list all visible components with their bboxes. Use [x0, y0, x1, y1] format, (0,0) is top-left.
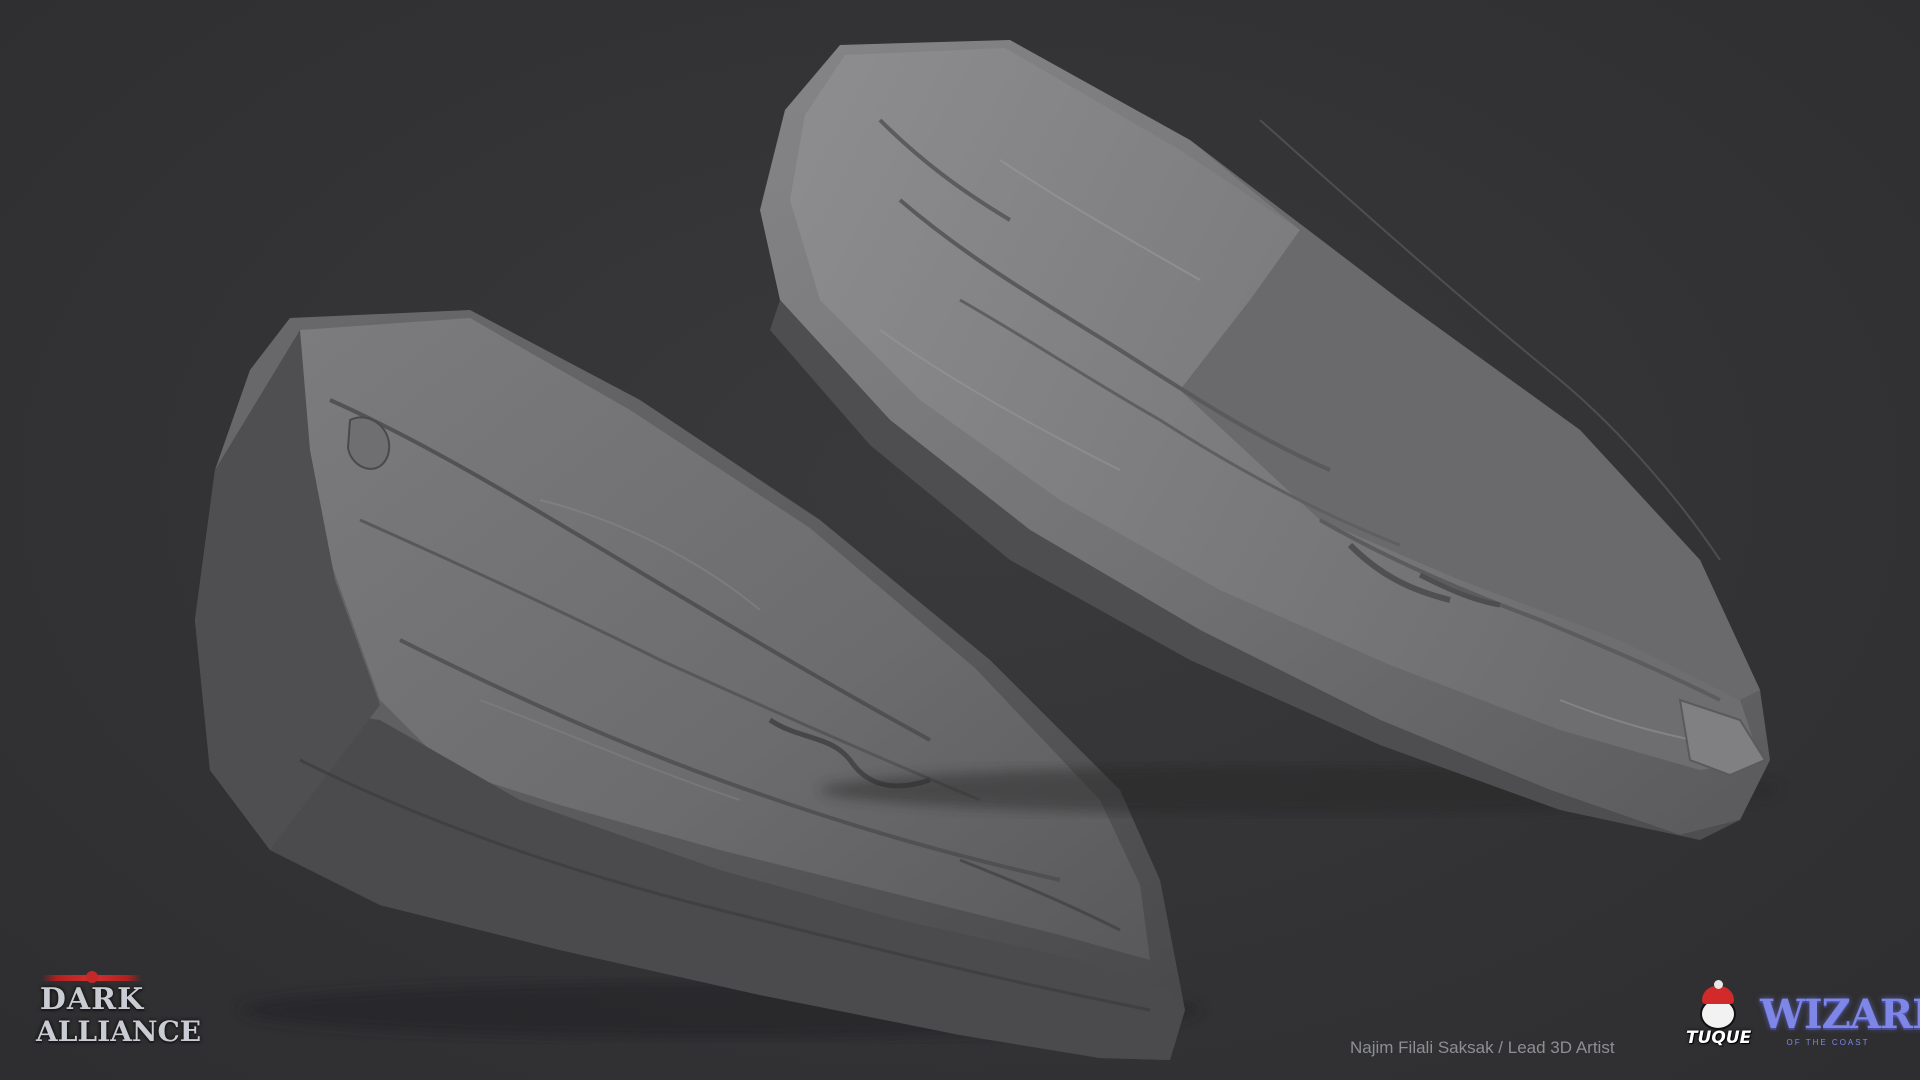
wizards-logo: WIZARDS OF THE COAST [1760, 991, 1920, 1058]
dragon-emblem-icon [42, 971, 142, 983]
tuque-logo: TUQUE [1686, 980, 1752, 1058]
logo-line-alliance: ALLIANCE [36, 1015, 202, 1048]
dark-alliance-logo: DARK ALLIANCE [36, 970, 202, 1062]
tuque-wordmark: TUQUE [1686, 1028, 1752, 1048]
tuque-hat-icon [1702, 980, 1734, 1004]
artist-credit: Najim Filali Saksak / Lead 3D Artist [1350, 1038, 1615, 1057]
rock-sculpt-render [195, 40, 1780, 1060]
wizards-tagline: OF THE COAST [1786, 1038, 1870, 1047]
logo-line-dark: DARK [39, 982, 145, 1017]
wizards-wordmark: WIZARDS [1760, 991, 1920, 1038]
